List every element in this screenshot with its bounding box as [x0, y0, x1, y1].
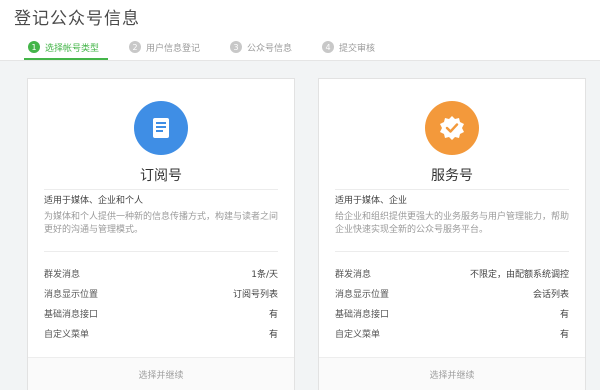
- feature-row: 自定义菜单 有: [335, 323, 569, 343]
- feature-label: 基础消息接口: [335, 309, 390, 320]
- step-account-info[interactable]: 3 公众号信息: [230, 41, 292, 54]
- feature-label: 自定义菜单: [335, 329, 381, 340]
- feature-value: 有: [559, 329, 569, 340]
- card-subtitle: 适用于媒体、企业: [335, 196, 408, 206]
- select-continue-button[interactable]: 选择并继续: [319, 357, 585, 390]
- feature-value: 不限定，由配额系统调控: [469, 269, 569, 280]
- feature-row: 基础消息接口 有: [44, 303, 278, 323]
- page-title: 登记公众号信息: [14, 9, 140, 29]
- feature-row: 自定义菜单 有: [44, 323, 278, 343]
- step-user-info[interactable]: 2 用户信息登记: [129, 41, 200, 54]
- feature-value: 有: [559, 309, 569, 320]
- feature-value: 有: [268, 329, 278, 340]
- step-number: 2: [129, 41, 142, 53]
- feature-label: 自定义菜单: [44, 329, 90, 340]
- feature-row: 消息显示位置 订阅号列表: [44, 283, 278, 303]
- feature-list: 群发消息 不限定，由配额系统调控 消息显示位置 会话列表 基础消息接口 有 自定…: [335, 263, 569, 343]
- subscription-account-card[interactable]: 订阅号 适用于媒体、企业和个人 为媒体和个人提供一种新的信息传播方式，构建与读者…: [27, 78, 295, 390]
- step-label: 公众号信息: [247, 43, 293, 54]
- feature-row: 群发消息 不限定，由配额系统调控: [335, 263, 569, 283]
- step-label: 提交审核: [339, 43, 376, 54]
- card-title: 服务号: [431, 168, 473, 184]
- divider: [335, 189, 569, 190]
- badge-check-icon: [425, 101, 479, 155]
- divider: [44, 189, 278, 190]
- feature-value: 会话列表: [532, 289, 569, 300]
- feature-label: 消息显示位置: [335, 289, 390, 300]
- step-select-account-type[interactable]: 1 选择帐号类型: [28, 41, 99, 54]
- divider: [44, 251, 278, 252]
- feature-value: 有: [268, 309, 278, 320]
- card-subtitle: 适用于媒体、企业和个人: [44, 196, 144, 206]
- step-submit-review[interactable]: 4 提交审核: [322, 41, 375, 54]
- feature-row: 基础消息接口 有: [335, 303, 569, 323]
- feature-row: 消息显示位置 会话列表: [335, 283, 569, 303]
- step-indicator: 1 选择帐号类型 2 用户信息登记 3 公众号信息 4 提交审核: [28, 38, 405, 56]
- feature-label: 基础消息接口: [44, 309, 99, 320]
- card-title: 订阅号: [140, 168, 182, 184]
- divider: [335, 251, 569, 252]
- feature-value: 1条/天: [251, 269, 278, 280]
- step-number: 1: [28, 41, 40, 53]
- feature-list: 群发消息 1条/天 消息显示位置 订阅号列表 基础消息接口 有 自定义菜单 有: [44, 263, 278, 343]
- feature-label: 消息显示位置: [44, 289, 99, 300]
- feature-value: 订阅号列表: [232, 289, 278, 300]
- card-description: 为媒体和个人提供一种新的信息传播方式，构建与读者之间更好的沟通与管理模式。: [44, 212, 279, 235]
- step-label: 选择帐号类型: [45, 43, 100, 54]
- feature-label: 群发消息: [44, 269, 81, 280]
- step-number: 3: [230, 41, 243, 53]
- select-continue-button[interactable]: 选择并继续: [28, 357, 294, 390]
- feature-label: 群发消息: [335, 269, 372, 280]
- step-label: 用户信息登记: [146, 43, 201, 54]
- account-type-selection: 订阅号 适用于媒体、企业和个人 为媒体和个人提供一种新的信息传播方式，构建与读者…: [0, 61, 600, 390]
- feature-row: 群发消息 1条/天: [44, 263, 278, 283]
- service-account-card[interactable]: 服务号 适用于媒体、企业 给企业和组织提供更强大的业务服务与用户管理能力，帮助企…: [318, 78, 586, 390]
- document-icon: [134, 101, 188, 155]
- card-description: 给企业和组织提供更强大的业务服务与用户管理能力，帮助企业快速实现全新的公众号服务…: [335, 212, 570, 235]
- step-number: 4: [322, 41, 335, 53]
